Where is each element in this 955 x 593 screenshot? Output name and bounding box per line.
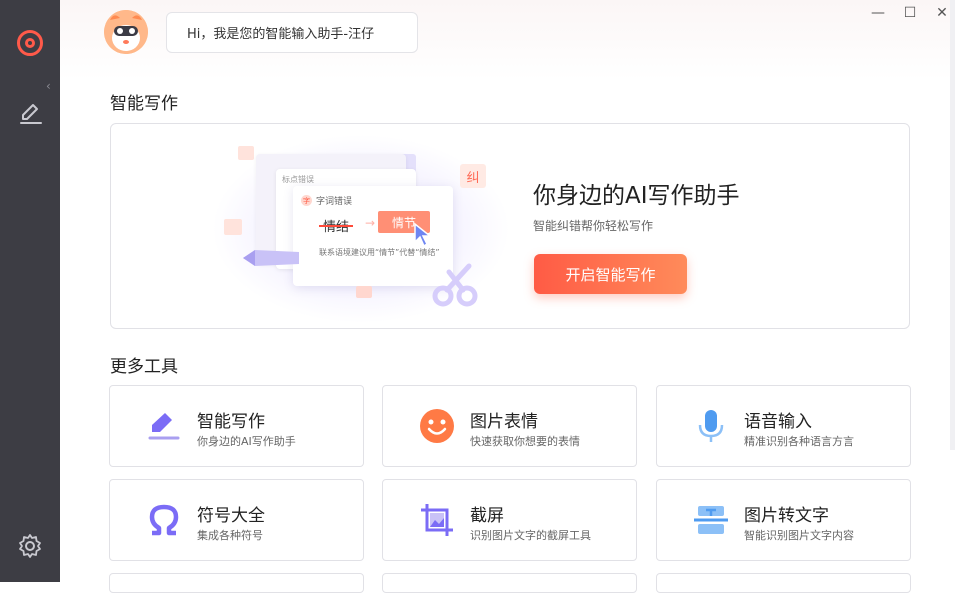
pen-write-icon xyxy=(148,413,180,440)
tool-desc: 你身边的AI写作助手 xyxy=(197,435,296,448)
tool-card-image-to-text[interactable]: 图片转文字 智能识别图片文字内容 xyxy=(656,479,911,561)
correction-note: 联系语境建议用“情节”代替“情结” xyxy=(319,248,440,257)
tool-card-screenshot[interactable]: 截屏 识别图片文字的截屏工具 xyxy=(382,479,637,561)
sidebar: ‹ xyxy=(0,0,60,582)
decor-square xyxy=(356,286,372,298)
smart-writing-banner[interactable]: 标点错误 字 字词错误 情结 → 情节 联系语境建议用“情节”代替“情结” 纠 xyxy=(110,123,910,329)
tool-desc: 集成各种符号 xyxy=(197,529,263,542)
card-header-label: 字词错误 xyxy=(316,197,353,207)
tool-desc: 快速获取你想要的表情 xyxy=(470,435,580,448)
tool-card-image-emoji[interactable]: 图片表情 快速获取你想要的表情 xyxy=(382,385,637,467)
arrow-icon: → xyxy=(365,216,376,230)
cursor-icon xyxy=(414,222,433,248)
minimize-button[interactable]: — xyxy=(870,5,886,21)
correction-char-badge: 纠 xyxy=(460,164,486,188)
microphone-icon xyxy=(698,410,724,442)
scrollbar[interactable] xyxy=(950,0,955,450)
tool-desc: 识别图片文字的截屏工具 xyxy=(470,529,591,542)
decor-square xyxy=(224,219,242,235)
gear-icon[interactable] xyxy=(17,533,43,559)
screenshot-icon xyxy=(421,504,453,536)
banner-subtitle: 智能纠错帮你轻松写作 xyxy=(533,219,654,233)
tool-title: 图片转文字 xyxy=(744,506,829,526)
greeting-bubble: Hi，我是您的智能输入助手-汪仔 xyxy=(166,12,418,53)
dog-mascot-icon xyxy=(104,10,148,54)
app-logo-icon[interactable] xyxy=(17,30,43,56)
tool-card-voice-input[interactable]: 语音输入 精准识别各种语言方言 xyxy=(656,385,911,467)
scissors-icon xyxy=(432,263,478,307)
maximize-button[interactable]: ☐ xyxy=(902,5,918,21)
card-header: 字 字词错误 xyxy=(301,194,352,207)
omega-icon xyxy=(149,504,179,536)
strikethrough xyxy=(319,225,354,227)
tool-title: 截屏 xyxy=(470,506,504,526)
tool-card[interactable] xyxy=(382,573,637,593)
main-panel: Hi，我是您的智能输入助手-汪仔 — ☐ ✕ 智能写作 标点错误 字 字词错误 … xyxy=(60,0,955,593)
card-label: 标点错误 xyxy=(282,175,314,184)
tool-title: 智能写作 xyxy=(197,412,265,432)
fountain-pen-icon xyxy=(243,250,299,266)
collapse-chevron-icon[interactable]: ‹ xyxy=(46,79,51,93)
tool-card-symbols[interactable]: 符号大全 集成各种符号 xyxy=(109,479,364,561)
tool-title: 符号大全 xyxy=(197,506,265,526)
section-title-more-tools: 更多工具 xyxy=(110,357,178,377)
avatar[interactable] xyxy=(104,10,148,54)
char-badge-icon: 字 xyxy=(301,195,312,206)
tool-desc: 精准识别各种语言方言 xyxy=(744,435,854,448)
smiley-icon xyxy=(420,409,454,443)
tool-card-smart-writing[interactable]: 智能写作 你身边的AI写作助手 xyxy=(109,385,364,467)
tool-title: 图片表情 xyxy=(470,412,538,432)
tool-card[interactable] xyxy=(656,573,911,593)
close-button[interactable]: ✕ xyxy=(934,5,950,21)
section-title-smart-writing: 智能写作 xyxy=(110,94,178,114)
pen-write-icon[interactable] xyxy=(17,99,45,127)
tool-title: 语音输入 xyxy=(744,412,812,432)
wrong-word: 情结 xyxy=(319,216,354,235)
start-smart-writing-button[interactable]: 开启智能写作 xyxy=(534,254,687,294)
tool-desc: 智能识别图片文字内容 xyxy=(744,529,854,542)
wrong-word-text: 情结 xyxy=(323,220,350,235)
decor-square xyxy=(238,146,254,160)
tool-card[interactable] xyxy=(109,573,364,593)
banner-title: 你身边的AI写作助手 xyxy=(533,183,740,209)
correction-card: 字 字词错误 情结 → 情节 联系语境建议用“情节”代替“情结” xyxy=(293,186,453,286)
image-to-text-icon xyxy=(694,506,728,534)
